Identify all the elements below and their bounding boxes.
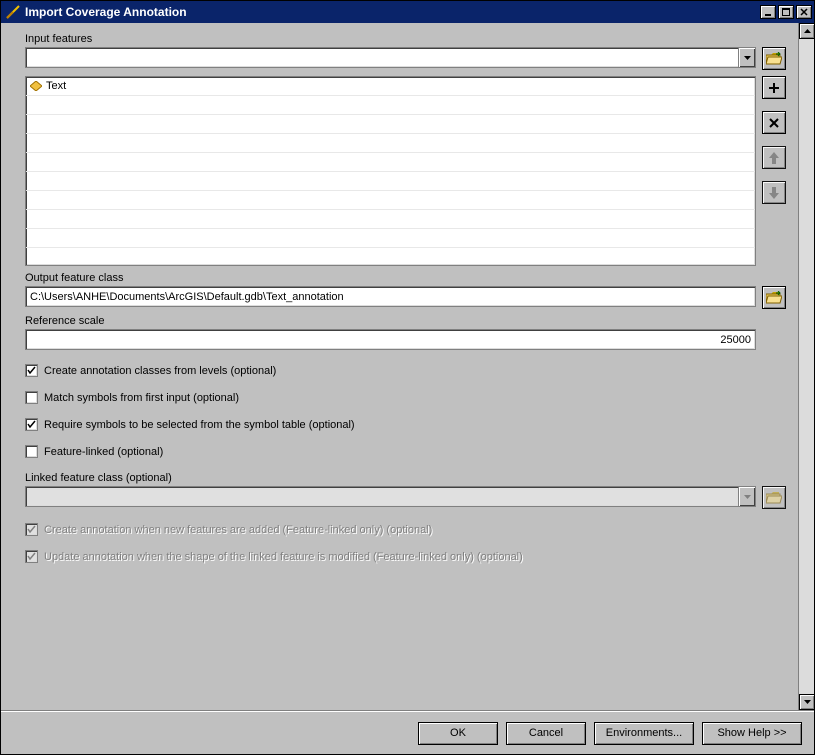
- list-item[interactable]: [26, 191, 755, 210]
- list-item[interactable]: [26, 153, 755, 172]
- update-on-shape-label: Update annotation when the shape of the …: [44, 551, 523, 563]
- checkbox-row: Create annotation when new features are …: [25, 523, 786, 536]
- window-buttons: [760, 5, 812, 19]
- create-classes-label: Create annotation classes from levels (o…: [44, 365, 276, 377]
- ok-button[interactable]: OK: [418, 722, 498, 745]
- add-item-button[interactable]: [762, 76, 786, 99]
- minimize-button[interactable]: [760, 5, 776, 19]
- checkbox-row: Update annotation when the shape of the …: [25, 550, 786, 563]
- input-features-input[interactable]: [26, 52, 738, 64]
- linked-feature-class-combo: [25, 486, 756, 507]
- feature-linked-checkbox[interactable]: [25, 445, 38, 458]
- vertical-scrollbar[interactable]: [798, 23, 814, 710]
- scroll-down-button[interactable]: [799, 694, 814, 710]
- app-icon: [5, 4, 21, 20]
- linked-feature-class-browse-button: [762, 486, 786, 509]
- create-on-new-checkbox: [25, 523, 38, 536]
- check-icon: [27, 525, 36, 534]
- input-features-dropdown-button[interactable]: [738, 48, 755, 67]
- require-symbols-checkbox[interactable]: [25, 418, 38, 431]
- list-item[interactable]: [26, 248, 755, 266]
- update-on-shape-checkbox: [25, 550, 38, 563]
- reference-scale-label: Reference scale: [25, 315, 786, 327]
- feature-linked-label: Feature-linked (optional): [44, 446, 163, 458]
- input-features-browse-button[interactable]: [762, 47, 786, 70]
- list-item[interactable]: [26, 134, 755, 153]
- client-area: Input features: [1, 23, 814, 754]
- checkbox-row: Create annotation classes from levels (o…: [25, 364, 786, 377]
- reference-scale-input[interactable]: [25, 329, 756, 350]
- close-button[interactable]: [796, 5, 812, 19]
- create-classes-checkbox[interactable]: [25, 364, 38, 377]
- input-features-label: Input features: [25, 33, 786, 45]
- checkbox-row: Match symbols from first input (optional…: [25, 391, 786, 404]
- output-feature-class-label: Output feature class: [25, 272, 786, 284]
- match-symbols-checkbox[interactable]: [25, 391, 38, 404]
- create-on-new-label: Create annotation when new features are …: [44, 524, 432, 536]
- move-down-button[interactable]: [762, 181, 786, 204]
- list-item[interactable]: [26, 96, 755, 115]
- remove-item-button[interactable]: [762, 111, 786, 134]
- list-buttons-column: [762, 76, 786, 266]
- features-listbox[interactable]: Text: [25, 76, 756, 266]
- list-item[interactable]: [26, 115, 755, 134]
- titlebar: Import Coverage Annotation: [1, 1, 814, 23]
- feature-class-icon: [30, 81, 42, 91]
- move-up-button[interactable]: [762, 146, 786, 169]
- list-item[interactable]: [26, 229, 755, 248]
- output-feature-class-input[interactable]: [25, 286, 756, 307]
- maximize-button[interactable]: [778, 5, 794, 19]
- linked-feature-class-dropdown-button: [738, 487, 755, 506]
- checkbox-row: Require symbols to be selected from the …: [25, 418, 786, 431]
- list-rows: Text: [26, 77, 755, 265]
- list-item-label: Text: [46, 80, 66, 92]
- checkbox-row: Feature-linked (optional): [25, 445, 786, 458]
- content: Input features: [1, 23, 798, 710]
- show-help-button[interactable]: Show Help >>: [702, 722, 802, 745]
- window-title: Import Coverage Annotation: [25, 5, 760, 19]
- scroll-area: Input features: [1, 23, 814, 710]
- environments-button[interactable]: Environments...: [594, 722, 694, 745]
- list-item[interactable]: [26, 172, 755, 191]
- dialog-footer: OK Cancel Environments... Show Help >>: [1, 712, 814, 754]
- output-feature-class-browse-button[interactable]: [762, 286, 786, 309]
- check-icon: [27, 420, 36, 429]
- check-icon: [27, 552, 36, 561]
- dialog-window: Import Coverage Annotation Input feature…: [0, 0, 815, 755]
- scroll-up-button[interactable]: [799, 23, 814, 39]
- list-item[interactable]: Text: [26, 77, 755, 96]
- linked-feature-class-label: Linked feature class (optional): [25, 472, 786, 484]
- require-symbols-label: Require symbols to be selected from the …: [44, 419, 355, 431]
- list-item[interactable]: [26, 210, 755, 229]
- cancel-button[interactable]: Cancel: [506, 722, 586, 745]
- match-symbols-label: Match symbols from first input (optional…: [44, 392, 239, 404]
- input-features-combo[interactable]: [25, 47, 756, 68]
- linked-feature-class-input: [26, 491, 738, 503]
- check-icon: [27, 366, 36, 375]
